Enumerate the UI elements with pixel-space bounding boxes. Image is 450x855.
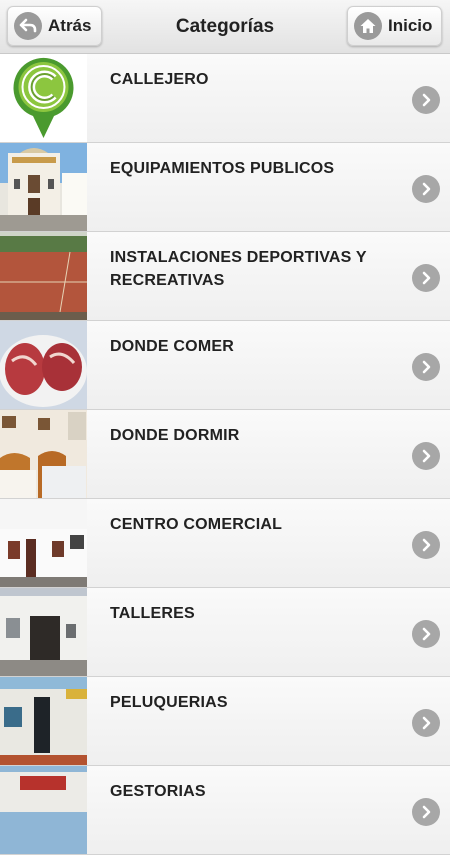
back-button[interactable]: Atrás [7,6,102,46]
row-label: INSTALACIONES DEPORTIVAS Y RECREATIVAS [110,249,367,289]
workshop-photo [0,588,87,676]
page-title: Categorías [175,16,275,37]
list-item-talleres[interactable]: TALLERES [0,588,450,677]
house-icon [354,12,382,40]
list-item-gestorias[interactable]: GESTORIAS [0,766,450,855]
row-label: DONDE DORMIR [110,427,240,444]
list-item-donde-comer[interactable]: DONDE COMER [0,321,450,410]
back-button-label: Atrás [48,16,92,35]
arrow-left-icon [14,12,42,40]
top-bar: Atrás Categorías Inicio [0,0,450,54]
home-button[interactable]: Inicio [347,6,442,46]
map-pin-logo-icon [0,54,87,142]
chevron-right-icon[interactable] [412,620,440,648]
shopping-street-photo [0,499,87,587]
row-label: CALLEJERO [110,71,209,88]
list-item-peluquerias[interactable]: PELUQUERIAS [0,677,450,766]
category-list: CALLEJERO EQUIPAMIENTOS PUBLICOS INSTALA… [0,54,450,855]
town-hall-photo [0,143,87,231]
home-button-label: Inicio [388,16,433,35]
row-label: CENTRO COMERCIAL [110,516,283,533]
chevron-right-icon[interactable] [412,531,440,559]
chevron-right-icon[interactable] [412,353,440,381]
list-item-equipamientos-publicos[interactable]: EQUIPAMIENTOS PUBLICOS [0,143,450,232]
chevron-right-icon[interactable] [412,798,440,826]
list-item-donde-dormir[interactable]: DONDE DORMIR [0,410,450,499]
hair-salon-photo [0,677,87,765]
row-label: DONDE COMER [110,338,234,355]
row-label: EQUIPAMIENTOS PUBLICOS [110,160,335,177]
list-item-instalaciones-deportivas[interactable]: INSTALACIONES DEPORTIVAS Y RECREATIVAS [0,232,450,321]
chevron-right-icon[interactable] [412,264,440,292]
chevron-right-icon[interactable] [412,709,440,737]
chevron-right-icon[interactable] [412,175,440,203]
list-item-callejero[interactable]: CALLEJERO [0,54,450,143]
row-label: PELUQUERIAS [110,694,228,711]
list-item-centro-comercial[interactable]: CENTRO COMERCIAL [0,499,450,588]
hotel-room-photo [0,410,87,498]
chevron-right-icon[interactable] [412,442,440,470]
chevron-right-icon[interactable] [412,86,440,114]
office-photo [0,766,87,854]
ham-plate-photo [0,321,87,409]
sports-court-photo [0,232,87,320]
row-label: TALLERES [110,605,195,622]
